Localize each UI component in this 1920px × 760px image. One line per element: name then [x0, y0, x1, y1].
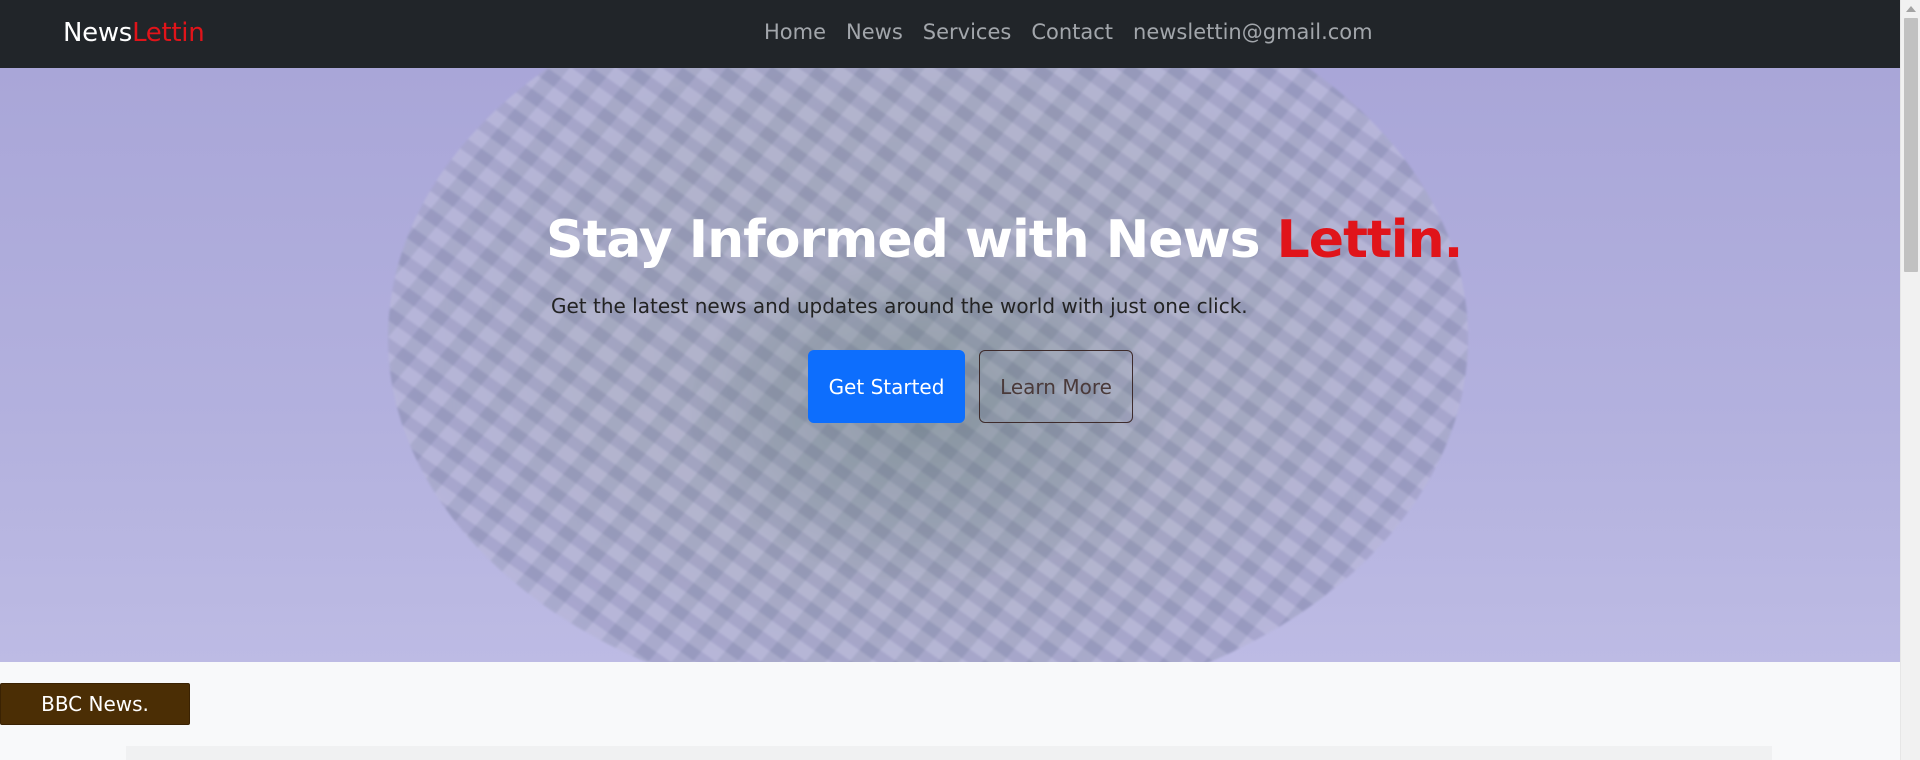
brand-logo[interactable]: NewsLettin [63, 18, 205, 48]
hero-subtitle: Get the latest news and updates around t… [551, 294, 1248, 318]
nav-link-contact[interactable]: Contact [1021, 20, 1123, 44]
navbar: NewsLettin Home News Services Contact ne… [0, 0, 1900, 68]
learn-more-button[interactable]: Learn More [979, 350, 1133, 423]
hero-title-accent: Lettin. [1276, 210, 1464, 270]
vertical-scrollbar[interactable] [1900, 0, 1920, 760]
brand-name-part1: News [63, 18, 133, 48]
nav-item-news: News [836, 20, 913, 44]
page: NewsLettin Home News Services Contact ne… [0, 0, 1920, 760]
hero-section: Stay Informed with News Lettin. Get the … [0, 68, 1900, 662]
scrollbar-thumb[interactable] [1904, 18, 1918, 272]
bbc-news-label[interactable]: BBC News. [0, 683, 190, 725]
nav-item-email: newslettin@gmail.com [1123, 20, 1383, 44]
nav-links: Home News Services Contact newslettin@gm… [754, 20, 1383, 44]
hero-title: Stay Informed with News Lettin. [546, 210, 1464, 270]
brand-name-part2: Lettin [132, 18, 205, 48]
triangle-up-icon [1906, 5, 1916, 12]
nav-link-home[interactable]: Home [754, 20, 836, 44]
nav-item-contact: Contact [1021, 20, 1123, 44]
news-content-area [126, 746, 1772, 760]
nav-item-services: Services [913, 20, 1022, 44]
nav-item-home: Home [754, 20, 836, 44]
hero-title-main: Stay Informed with News [546, 210, 1277, 270]
get-started-button[interactable]: Get Started [808, 350, 965, 423]
nav-link-email[interactable]: newslettin@gmail.com [1123, 20, 1383, 44]
scroll-up-button[interactable] [1901, 0, 1920, 17]
nav-link-news[interactable]: News [836, 20, 913, 44]
nav-link-services[interactable]: Services [913, 20, 1022, 44]
